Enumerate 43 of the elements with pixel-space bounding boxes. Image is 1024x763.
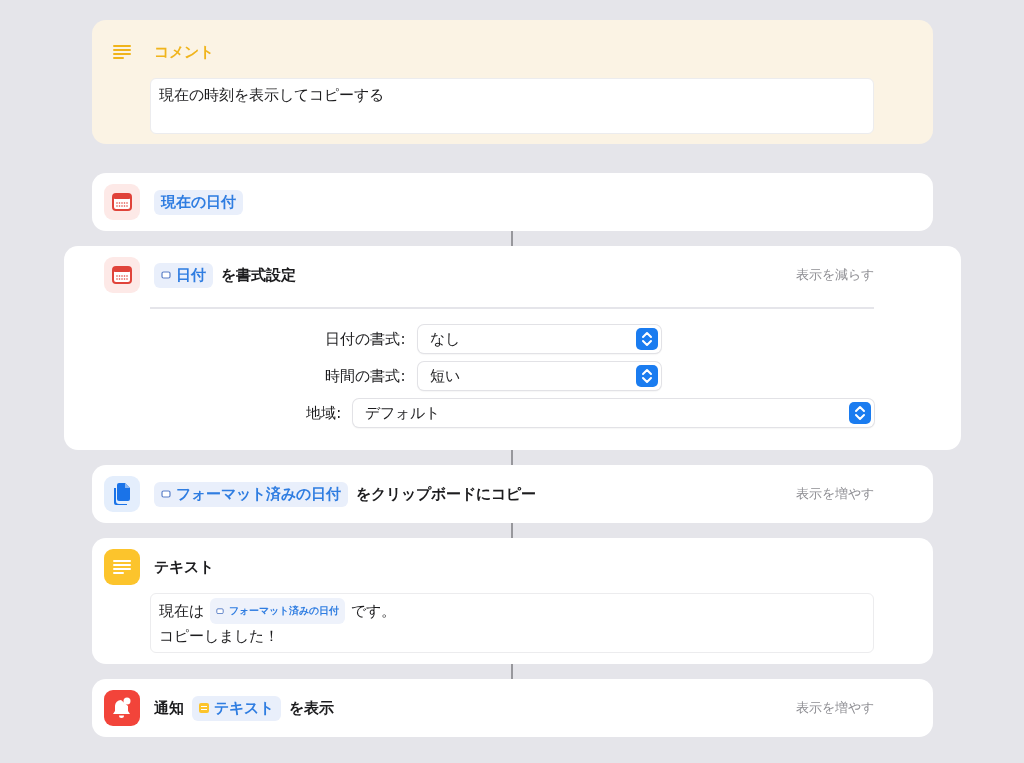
dropdown[interactable]: 短い (417, 362, 661, 390)
show-more-button[interactable]: 表示を増やす (795, 699, 874, 717)
variable-token[interactable]: 日付 (153, 262, 213, 288)
stepper-icon (848, 402, 871, 424)
dropdown[interactable]: デフォルト (353, 399, 874, 427)
stepper-icon (635, 328, 658, 350)
connector-line (511, 450, 513, 465)
note-icon (198, 703, 209, 713)
connector-line (511, 664, 513, 679)
lines-icon (112, 44, 131, 60)
body-text: コピーしました！ (158, 626, 279, 647)
action-label: 通知 (153, 698, 184, 718)
variable-token[interactable]: 現在の日付 (153, 189, 243, 215)
field-label: 日付の書式: (324, 329, 406, 349)
action-label: を表示 (288, 698, 334, 718)
rectangle-icon (160, 271, 171, 279)
calendar-icon (111, 266, 132, 284)
action-label: を書式設定 (220, 265, 296, 285)
body-text: 現在の時刻を表示してコピーする (158, 85, 384, 106)
field-label: 時間の書式: (324, 366, 406, 386)
variable-token[interactable]: テキスト (191, 695, 281, 721)
comment-field[interactable]: 現在の時刻を表示してコピーする (149, 78, 874, 134)
text-field[interactable]: 現在は フォーマット済みの日付 です。 コピーしました！ (149, 593, 874, 653)
variable-token[interactable]: フォーマット済みの日付 (209, 598, 345, 624)
connector-line (511, 523, 513, 538)
field-label: 地域: (305, 403, 342, 423)
rectangle-icon (160, 490, 171, 498)
comment-title: コメント (153, 42, 214, 62)
bell-icon (110, 697, 133, 719)
stepper-icon (635, 365, 658, 387)
show-less-button[interactable]: 表示を減らす (795, 266, 874, 284)
show-more-button[interactable]: 表示を増やす (795, 485, 874, 503)
lines-icon (112, 559, 131, 575)
action-label: テキスト (153, 557, 214, 577)
rectangle-icon (215, 607, 224, 615)
action-label: をクリップボードにコピー (355, 484, 536, 504)
body-text: です。 (350, 601, 396, 622)
documents-icon (111, 482, 132, 506)
calendar-icon (111, 193, 132, 211)
body-text: 現在は (158, 601, 204, 622)
dropdown[interactable]: なし (417, 325, 661, 353)
variable-token[interactable]: フォーマット済みの日付 (153, 481, 348, 507)
connector-line (511, 231, 513, 246)
